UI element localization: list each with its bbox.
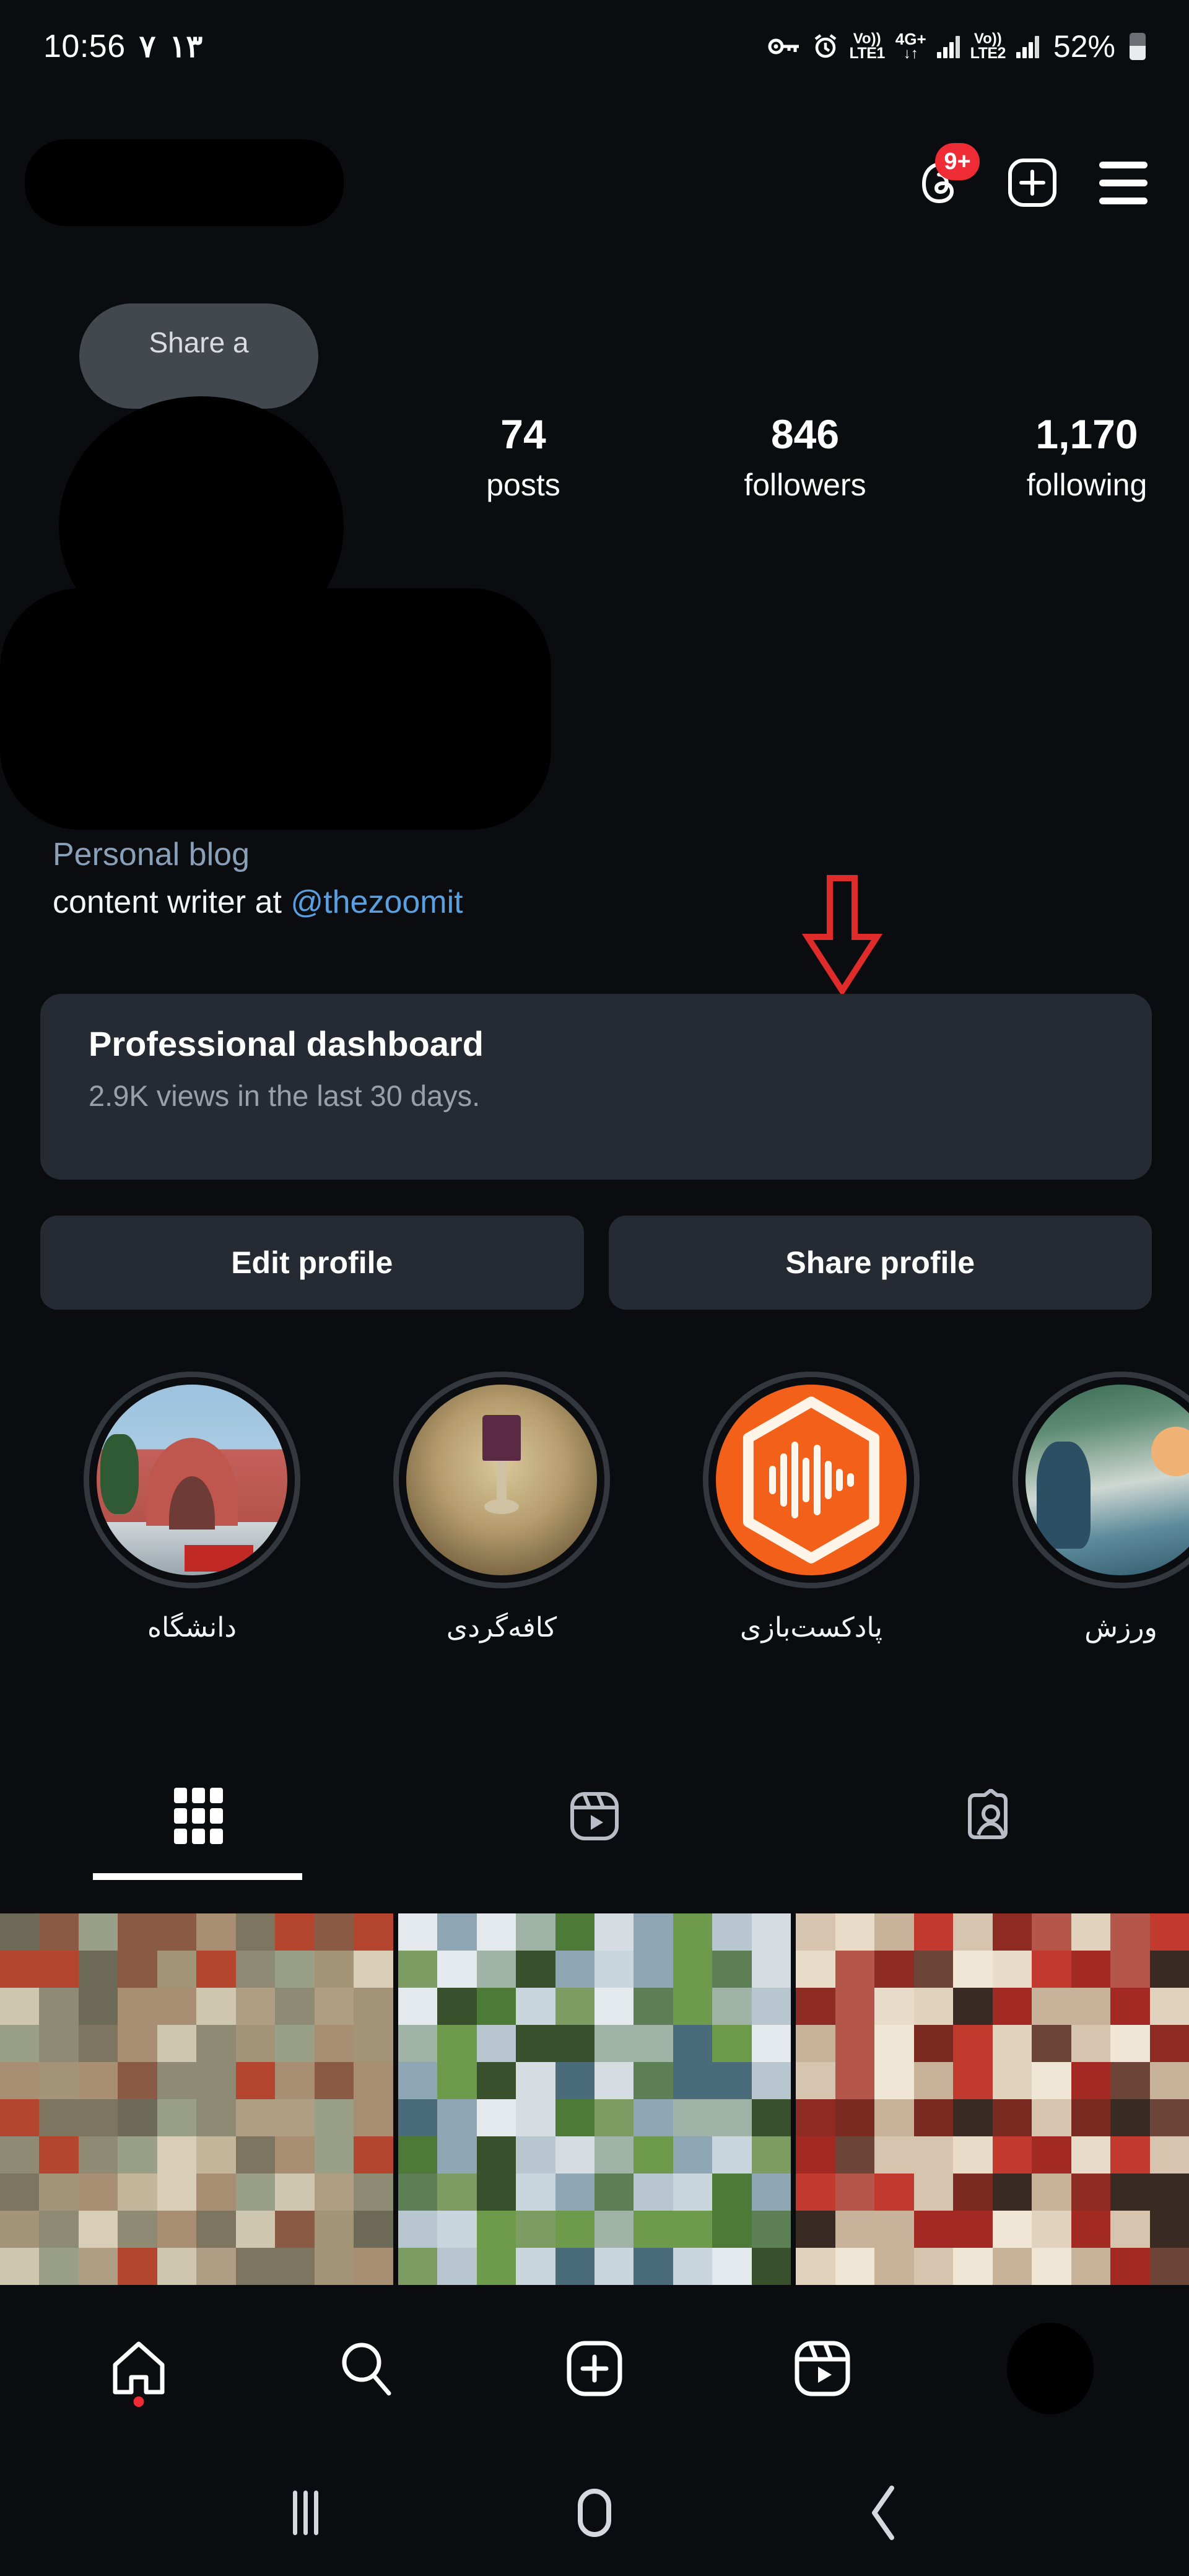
profile-action-buttons: Edit profile Share profile — [40, 1216, 1152, 1310]
recents-icon — [292, 2490, 318, 2535]
volte1-indicator: Vo)) LTE1 — [849, 30, 886, 62]
dashboard-title: Professional dashboard — [89, 1024, 484, 1063]
highlight-cover-sport — [1026, 1385, 1189, 1575]
volte2-indicator: Vo)) LTE2 — [970, 30, 1006, 62]
following-count: 1,170 — [1035, 411, 1138, 457]
grid-icon — [173, 1788, 223, 1844]
signal-bars-sim1 — [936, 35, 960, 58]
status-bar-date: ١٣ — [169, 29, 203, 64]
dashboard-subtitle: 2.9K views in the last 30 days. — [89, 1079, 481, 1112]
post-thumbnail-3[interactable] — [796, 1913, 1189, 2285]
professional-dashboard-card[interactable]: Professional dashboard 2.9K views in the… — [40, 994, 1152, 1180]
profile-stats: 74 posts 846 followers 1,170 following — [433, 412, 1177, 554]
system-back-button[interactable] — [843, 2473, 924, 2553]
home-icon — [113, 2341, 165, 2395]
status-bar-clock: 10:56 — [43, 28, 126, 64]
status-bar-right: Vo)) LTE1 4G+ ↓↑ Vo)) LTE2 52% — [768, 28, 1146, 64]
nav-create-button[interactable] — [551, 2325, 638, 2412]
highlight-label: ورزش — [1084, 1612, 1157, 1643]
pixelated-overlay — [0, 1913, 393, 2285]
pixelated-overlay — [796, 1913, 1189, 2285]
story-highlights-row[interactable]: دانشگاه کافه‌گردی — [0, 1372, 1189, 1706]
stat-following[interactable]: 1,170 following — [1009, 412, 1164, 503]
nav-search-button[interactable] — [323, 2325, 410, 2412]
followers-count: 846 — [770, 411, 840, 457]
bio-mention-link[interactable]: @thezoomit — [290, 884, 463, 920]
nav-reels-button[interactable] — [779, 2325, 866, 2412]
status-bar-glyph: ٧ — [139, 29, 156, 64]
bio-text: content writer at @thezoomit — [53, 882, 920, 923]
system-recents-button[interactable] — [265, 2473, 346, 2553]
avatar-redaction-body — [0, 588, 551, 830]
key-icon — [768, 34, 801, 59]
posts-grid — [0, 1913, 1189, 2285]
highlight-university[interactable]: دانشگاه — [37, 1372, 347, 1706]
search-icon — [342, 2343, 391, 2396]
profile-top-navbar: 9+ — [0, 133, 1189, 232]
threads-badge: 9+ — [935, 143, 980, 180]
highlight-cafe[interactable]: کافه‌گردی — [347, 1372, 656, 1706]
highlight-ring — [1013, 1372, 1189, 1588]
tagged-person-icon — [968, 1788, 1008, 1839]
highlight-label: دانشگاه — [147, 1612, 237, 1643]
tab-tagged[interactable] — [793, 1759, 1189, 1873]
active-tab-indicator — [93, 1873, 302, 1880]
highlight-ring — [703, 1372, 920, 1588]
post-thumbnail-1[interactable] — [0, 1913, 393, 2285]
highlight-ring — [393, 1372, 610, 1588]
stat-posts[interactable]: 74 posts — [446, 412, 601, 503]
plus-square-icon — [567, 2341, 622, 2396]
threads-button[interactable]: 9+ — [913, 143, 980, 211]
alarm-icon — [812, 33, 839, 60]
hamburger-menu-icon — [1099, 161, 1148, 204]
add-post-button[interactable] — [1004, 154, 1061, 211]
nav-profile-button[interactable] — [1007, 2323, 1094, 2414]
highlight-sport[interactable]: ورزش — [966, 1372, 1189, 1706]
reels-icon — [570, 1791, 619, 1840]
posts-count: 74 — [500, 411, 546, 457]
network-type-indicator: 4G+ ↓↑ — [895, 30, 926, 62]
system-home-button[interactable] — [554, 2473, 635, 2553]
android-system-navigation — [0, 2449, 1189, 2576]
profile-content-tabs — [0, 1759, 1189, 1873]
username-redaction-bar — [25, 139, 344, 226]
reels-icon — [795, 2341, 850, 2396]
instagram-profile-screen: 10:56 ٧ ١٣ Vo)) LTE1 4G+ ↓↑ Vo)) LTE2 52… — [0, 0, 1189, 2576]
back-chevron-icon — [871, 2485, 894, 2540]
followers-label: followers — [744, 467, 866, 502]
highlight-label: پادکست‌بازی — [740, 1612, 882, 1643]
tab-grid[interactable] — [0, 1759, 396, 1873]
highlight-podcast[interactable]: پادکست‌بازی — [656, 1372, 966, 1706]
status-bar-left: 10:56 ٧ ١٣ — [43, 28, 203, 65]
highlight-cover-cafe — [406, 1385, 597, 1575]
highlight-cover-podcast — [716, 1385, 907, 1575]
avatar — [1007, 2323, 1094, 2414]
signal-bars-sim2 — [1016, 35, 1039, 58]
share-profile-button[interactable]: Share profile — [608, 1216, 1152, 1310]
hamburger-menu-button[interactable] — [1095, 154, 1152, 211]
bio-category: Personal blog — [53, 837, 250, 872]
highlight-cover-university — [97, 1385, 287, 1575]
top-nav-actions: 9+ — [913, 143, 1164, 211]
home-notification-dot — [133, 2396, 144, 2407]
bio-text-prefix: content writer at — [53, 884, 291, 920]
red-down-arrow-annotation — [799, 873, 886, 997]
home-pill-icon — [577, 2488, 611, 2537]
pixelated-overlay — [398, 1913, 791, 2285]
post-thumbnail-2[interactable] — [398, 1913, 791, 2285]
following-label: following — [1026, 467, 1148, 502]
bottom-navigation-bar — [0, 2291, 1189, 2446]
battery-icon — [1130, 33, 1146, 60]
share-note-bubble[interactable]: Share a — [79, 303, 318, 409]
stat-followers[interactable]: 846 followers — [728, 412, 882, 503]
battery-percentage: 52% — [1053, 29, 1115, 64]
status-bar: 10:56 ٧ ١٣ Vo)) LTE1 4G+ ↓↑ Vo)) LTE2 52… — [0, 0, 1189, 93]
highlight-label: کافه‌گردی — [446, 1612, 557, 1643]
profile-bio: Personal blog content writer at @thezoom… — [53, 835, 920, 923]
posts-label: posts — [486, 467, 560, 502]
nav-home-button[interactable] — [95, 2325, 182, 2412]
tab-reels[interactable] — [396, 1759, 793, 1873]
highlight-ring — [84, 1372, 300, 1588]
edit-profile-button[interactable]: Edit profile — [40, 1216, 584, 1310]
